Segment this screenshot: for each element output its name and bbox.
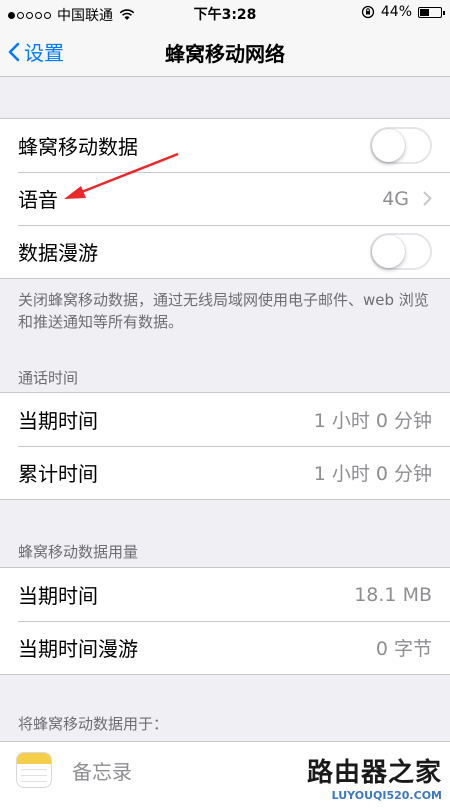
voice-label: 语音 bbox=[18, 188, 58, 212]
annotation-arrow-icon bbox=[64, 152, 179, 199]
usage-roaming-value: 0 字节 bbox=[375, 638, 432, 660]
call-time-total-value: 1 小时 0 分钟 bbox=[313, 463, 432, 485]
rotation-lock-icon bbox=[361, 5, 375, 19]
data-roaming-row: 数据漫游 bbox=[0, 225, 450, 278]
voice-value-wrap: 4G bbox=[382, 188, 432, 210]
table-row: 当期时间 1 小时 0 分钟 bbox=[0, 393, 450, 446]
data-roaming-toggle[interactable] bbox=[370, 233, 432, 270]
voice-value: 4G bbox=[382, 187, 409, 210]
watermark-main: 路由器之家 bbox=[306, 758, 442, 788]
call-time-header: 通话时间 bbox=[18, 369, 79, 387]
table-row: 当期时间 18.1 MB bbox=[0, 568, 450, 621]
call-time-current-label: 当期时间 bbox=[18, 409, 98, 433]
use-for-header: 将蜂窝移动数据用于： bbox=[18, 715, 169, 733]
call-time-current-value: 1 小时 0 分钟 bbox=[313, 410, 432, 432]
usage-current-label: 当期时间 bbox=[18, 584, 98, 608]
status-bar: 中国联通 下午3:28 44% bbox=[0, 0, 450, 26]
chevron-right-icon bbox=[423, 191, 432, 206]
app-label-notes: 备忘录 bbox=[72, 759, 132, 784]
table-row: 累计时间 1 小时 0 分钟 bbox=[0, 446, 450, 499]
notes-icon bbox=[16, 752, 52, 788]
cellular-data-note: 关闭蜂窝移动数据，通过无线局域网使用电子邮件、web 浏览和推送通知等所有数据。 bbox=[18, 291, 429, 331]
usage-current-value: 18.1 MB bbox=[354, 583, 432, 606]
table-row: 当期时间漫游 0 字节 bbox=[0, 621, 450, 674]
cellular-data-toggle[interactable] bbox=[370, 127, 432, 164]
watermark-sub: LUYOUQI520.COM bbox=[331, 789, 442, 802]
data-roaming-label: 数据漫游 bbox=[18, 241, 98, 265]
watermark-logo: 路由器之家 LUYOUQI520.COM bbox=[307, 752, 442, 802]
usage-roaming-label: 当期时间漫游 bbox=[18, 637, 138, 661]
page-title: 蜂窝移动网络 bbox=[165, 42, 285, 66]
call-time-group: 当期时间 1 小时 0 分钟 累计时间 1 小时 0 分钟 bbox=[0, 392, 450, 500]
battery-icon bbox=[418, 6, 445, 18]
navigation-bar: 设置 蜂窝移动网络 bbox=[0, 26, 450, 77]
status-right: 44% bbox=[361, 4, 445, 20]
data-usage-header: 蜂窝移动数据用量 bbox=[18, 543, 139, 561]
battery-percent: 44% bbox=[380, 4, 412, 20]
call-time-total-label: 累计时间 bbox=[18, 462, 98, 486]
data-usage-group: 当期时间 18.1 MB 当期时间漫游 0 字节 bbox=[0, 567, 450, 675]
